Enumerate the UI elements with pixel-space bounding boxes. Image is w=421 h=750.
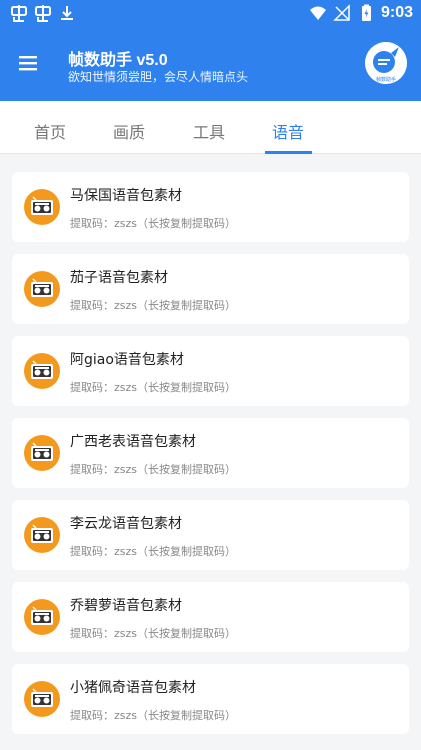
voice-pack-item[interactable]: 广西老表语音包素材 提取码：zszs（长按复制提取码） <box>12 418 409 488</box>
battery-icon <box>361 4 371 21</box>
app-subtitle: 欲知世情须尝胆，会尽人情暗点头 <box>68 70 249 84</box>
app-bar: 帧数助手 v5.0 欲知世情须尝胆，会尽人情暗点头 帧数助手 <box>0 28 421 101</box>
radio-icon <box>24 435 60 471</box>
voice-pack-item[interactable]: 茄子语音包素材 提取码：zszs（长按复制提取码） <box>12 254 409 324</box>
voice-pack-title: 茄子语音包素材 <box>70 270 168 286</box>
extraction-code-text: 提取码：zszs（长按复制提取码） <box>70 709 237 722</box>
extraction-code-text: 提取码：zszs（长按复制提取码） <box>70 299 237 312</box>
notification-app-icon-2 <box>35 5 51 22</box>
voice-pack-item[interactable]: 小猪佩奇语音包素材 提取码：zszs（长按复制提取码） <box>12 664 409 734</box>
extraction-code-text: 提取码：zszs（长按复制提取码） <box>70 545 237 558</box>
voice-pack-title: 阿giao语音包素材 <box>70 352 184 368</box>
extraction-code-text: 提取码：zszs（长按复制提取码） <box>70 217 237 230</box>
tab-voice[interactable]: 语音 <box>272 119 304 143</box>
status-right-icons: 9:03 <box>309 4 413 22</box>
voice-pack-list: 马保国语音包素材 提取码：zszs（长按复制提取码） 茄子语音包素材 提取码：z… <box>0 154 421 750</box>
status-time: 9:03 <box>380 4 413 21</box>
app-logo-text: 帧数助手 <box>376 76 396 83</box>
voice-pack-item[interactable]: 李云龙语音包素材 提取码：zszs（长按复制提取码） <box>12 500 409 570</box>
tab-tools[interactable]: 工具 <box>193 119 225 143</box>
no-signal-icon <box>333 4 350 21</box>
tab-bar: 首页 画质 工具 语音 <box>0 101 421 154</box>
extraction-code-text: 提取码：zszs（长按复制提取码） <box>70 381 237 394</box>
radio-icon <box>24 517 60 553</box>
voice-pack-title: 李云龙语音包素材 <box>70 516 182 532</box>
tab-home[interactable]: 首页 <box>34 119 66 143</box>
menu-icon[interactable] <box>16 50 42 76</box>
voice-pack-item[interactable]: 乔碧萝语音包素材 提取码：zszs（长按复制提取码） <box>12 582 409 652</box>
download-icon <box>61 6 73 20</box>
tab-graphics[interactable]: 画质 <box>113 119 145 143</box>
voice-pack-item[interactable]: 马保国语音包素材 提取码：zszs（长按复制提取码） <box>12 172 409 242</box>
extraction-code-text: 提取码：zszs（长按复制提取码） <box>70 463 237 476</box>
voice-pack-item[interactable]: 阿giao语音包素材 提取码：zszs（长按复制提取码） <box>12 336 409 406</box>
app-title: 帧数助手 v5.0 <box>68 52 168 69</box>
radio-icon <box>24 353 60 389</box>
voice-pack-title: 小猪佩奇语音包素材 <box>70 680 196 696</box>
voice-pack-title: 广西老表语音包素材 <box>70 434 196 450</box>
radio-icon <box>24 189 60 225</box>
extraction-code-text: 提取码：zszs（长按复制提取码） <box>70 627 237 640</box>
radio-icon <box>24 271 60 307</box>
status-left-icons <box>10 4 76 22</box>
voice-pack-title: 乔碧萝语音包素材 <box>70 598 182 614</box>
app-logo-icon[interactable]: 帧数助手 <box>365 42 407 84</box>
notification-app-icon <box>11 5 27 22</box>
wifi-icon <box>309 6 326 20</box>
radio-icon <box>24 681 60 717</box>
radio-icon <box>24 599 60 635</box>
status-bar: 9:03 <box>0 0 421 28</box>
voice-pack-title: 马保国语音包素材 <box>70 188 182 204</box>
